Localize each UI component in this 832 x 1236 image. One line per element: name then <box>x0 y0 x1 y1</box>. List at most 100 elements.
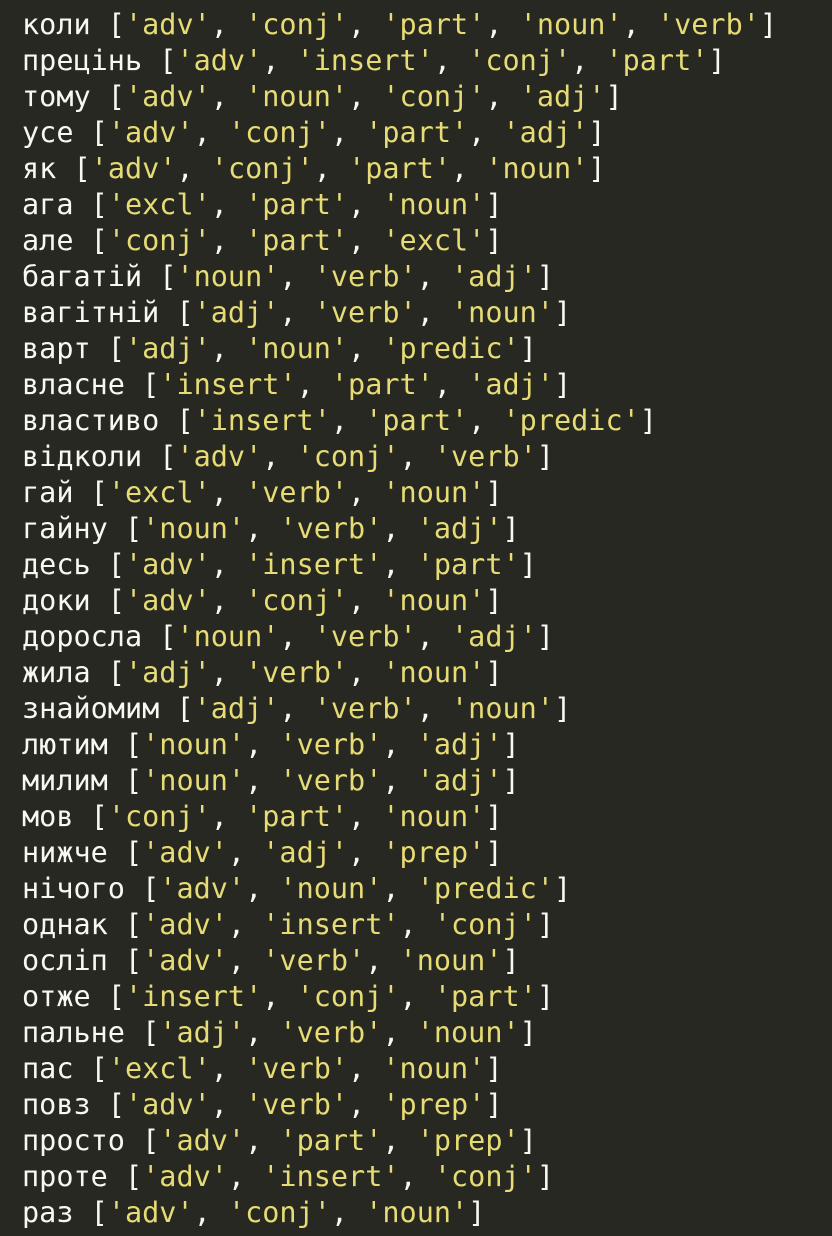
bracket: [ <box>159 692 194 725</box>
bracket: ] <box>536 908 554 941</box>
bracket: ] <box>468 1196 486 1229</box>
separator: , <box>348 800 383 833</box>
separator: , <box>348 656 383 689</box>
output-line: але ['conj', 'part', 'excl'] <box>22 223 832 259</box>
bracket: [ <box>107 728 143 761</box>
bracket: [ <box>107 512 143 545</box>
output-line: коли ['adv', 'conj', 'part', 'noun', 've… <box>22 7 832 43</box>
bracket: [ <box>107 764 143 797</box>
separator: , <box>176 152 211 185</box>
pos-tag: 'noun' <box>382 800 486 833</box>
separator: , <box>416 296 452 329</box>
separator: , <box>210 188 246 221</box>
pos-tag: 'excl' <box>107 1052 211 1085</box>
separator: , <box>433 368 469 401</box>
pos-tag: 'adv' <box>124 8 211 41</box>
pos-tag: 'adj' <box>262 836 349 869</box>
output-line: варт ['adj', 'noun', 'predic'] <box>22 331 832 367</box>
bracket: [ <box>159 404 194 437</box>
pos-tag: 'insert' <box>124 980 263 1013</box>
pos-tag: 'part' <box>245 224 349 257</box>
bracket: ] <box>502 512 520 545</box>
separator: , <box>348 332 383 365</box>
word: власне <box>22 368 125 401</box>
bracket: [ <box>73 188 108 221</box>
pos-tag: 'adv' <box>142 836 228 869</box>
bracket: ] <box>502 728 520 761</box>
bracket: [ <box>73 476 108 509</box>
separator: , <box>279 620 314 653</box>
separator: , <box>365 944 400 977</box>
word: пальне <box>22 1016 125 1049</box>
output-line: пас ['excl', 'verb', 'noun'] <box>22 1051 832 1087</box>
separator: , <box>193 1196 228 1229</box>
word: осліп <box>22 944 108 977</box>
output-line: милим ['noun', 'verb', 'adj'] <box>22 763 832 799</box>
separator: , <box>227 908 263 941</box>
word: доросла <box>22 620 143 653</box>
pos-tag: 'part' <box>605 44 709 77</box>
pos-tag: 'noun' <box>382 656 486 689</box>
pos-tag: 'adv' <box>90 152 177 185</box>
pos-tag: 'part' <box>365 116 469 149</box>
pos-tag: 'part' <box>382 8 486 41</box>
output-line: власне ['insert', 'part', 'adj'] <box>22 367 832 403</box>
pos-tag: 'adv' <box>107 1196 194 1229</box>
pos-tag: 'part' <box>245 188 349 221</box>
separator: , <box>571 44 606 77</box>
pos-tag: 'noun' <box>382 1052 486 1085</box>
pos-tag: 'noun' <box>142 512 246 545</box>
bracket: [ <box>107 944 143 977</box>
pos-tag: 'prep' <box>382 1088 486 1121</box>
word: десь <box>22 548 91 581</box>
bracket: [ <box>124 368 160 401</box>
bracket: ] <box>485 1052 503 1085</box>
word: прецінь <box>22 44 143 77</box>
pos-tag: 'noun' <box>176 260 280 293</box>
bracket: [ <box>142 260 177 293</box>
output-line: осліп ['adv', 'verb', 'noun'] <box>22 943 832 979</box>
pos-tag: 'conj' <box>296 980 400 1013</box>
pos-tag: 'adv' <box>159 872 246 905</box>
bracket: [ <box>107 908 143 941</box>
pos-tag: 'adv' <box>124 584 211 617</box>
output-line: тому ['adv', 'noun', 'conj', 'adj'] <box>22 79 832 115</box>
separator: , <box>210 1088 246 1121</box>
bracket: ] <box>605 80 623 113</box>
separator: , <box>348 188 383 221</box>
separator: , <box>348 584 383 617</box>
pos-tag: 'noun' <box>365 1196 469 1229</box>
output-line: властиво ['insert', 'part', 'predic'] <box>22 403 832 439</box>
separator: , <box>210 800 246 833</box>
pos-tag: 'predic' <box>416 872 554 905</box>
separator: , <box>348 1052 383 1085</box>
word: пас <box>22 1052 74 1085</box>
bracket: ] <box>485 476 503 509</box>
pos-tag: 'verb' <box>433 440 537 473</box>
separator: , <box>210 584 246 617</box>
bracket: [ <box>124 872 160 905</box>
bracket: ] <box>485 800 503 833</box>
separator: , <box>245 728 280 761</box>
pos-tag: 'adj' <box>159 1016 246 1049</box>
separator: , <box>416 692 452 725</box>
word: варт <box>22 332 91 365</box>
pos-tag: 'noun' <box>279 872 383 905</box>
pos-tag: 'adj' <box>416 512 503 545</box>
bracket: ] <box>588 152 606 185</box>
pos-tag: 'insert' <box>262 908 400 941</box>
word: як <box>22 152 57 185</box>
output-line: вагітній ['adj', 'verb', 'noun'] <box>22 295 832 331</box>
separator: , <box>382 764 417 797</box>
bracket: [ <box>107 836 143 869</box>
pos-tag: 'excl' <box>107 188 211 221</box>
word: багатій <box>22 260 143 293</box>
separator: , <box>227 944 263 977</box>
word: вагітній <box>22 296 160 329</box>
bracket: [ <box>73 224 108 257</box>
pos-tag: 'noun' <box>416 1016 520 1049</box>
bracket: ] <box>588 116 606 149</box>
pos-tag: 'adv' <box>176 440 263 473</box>
bracket: ] <box>485 1088 503 1121</box>
separator: , <box>279 260 314 293</box>
